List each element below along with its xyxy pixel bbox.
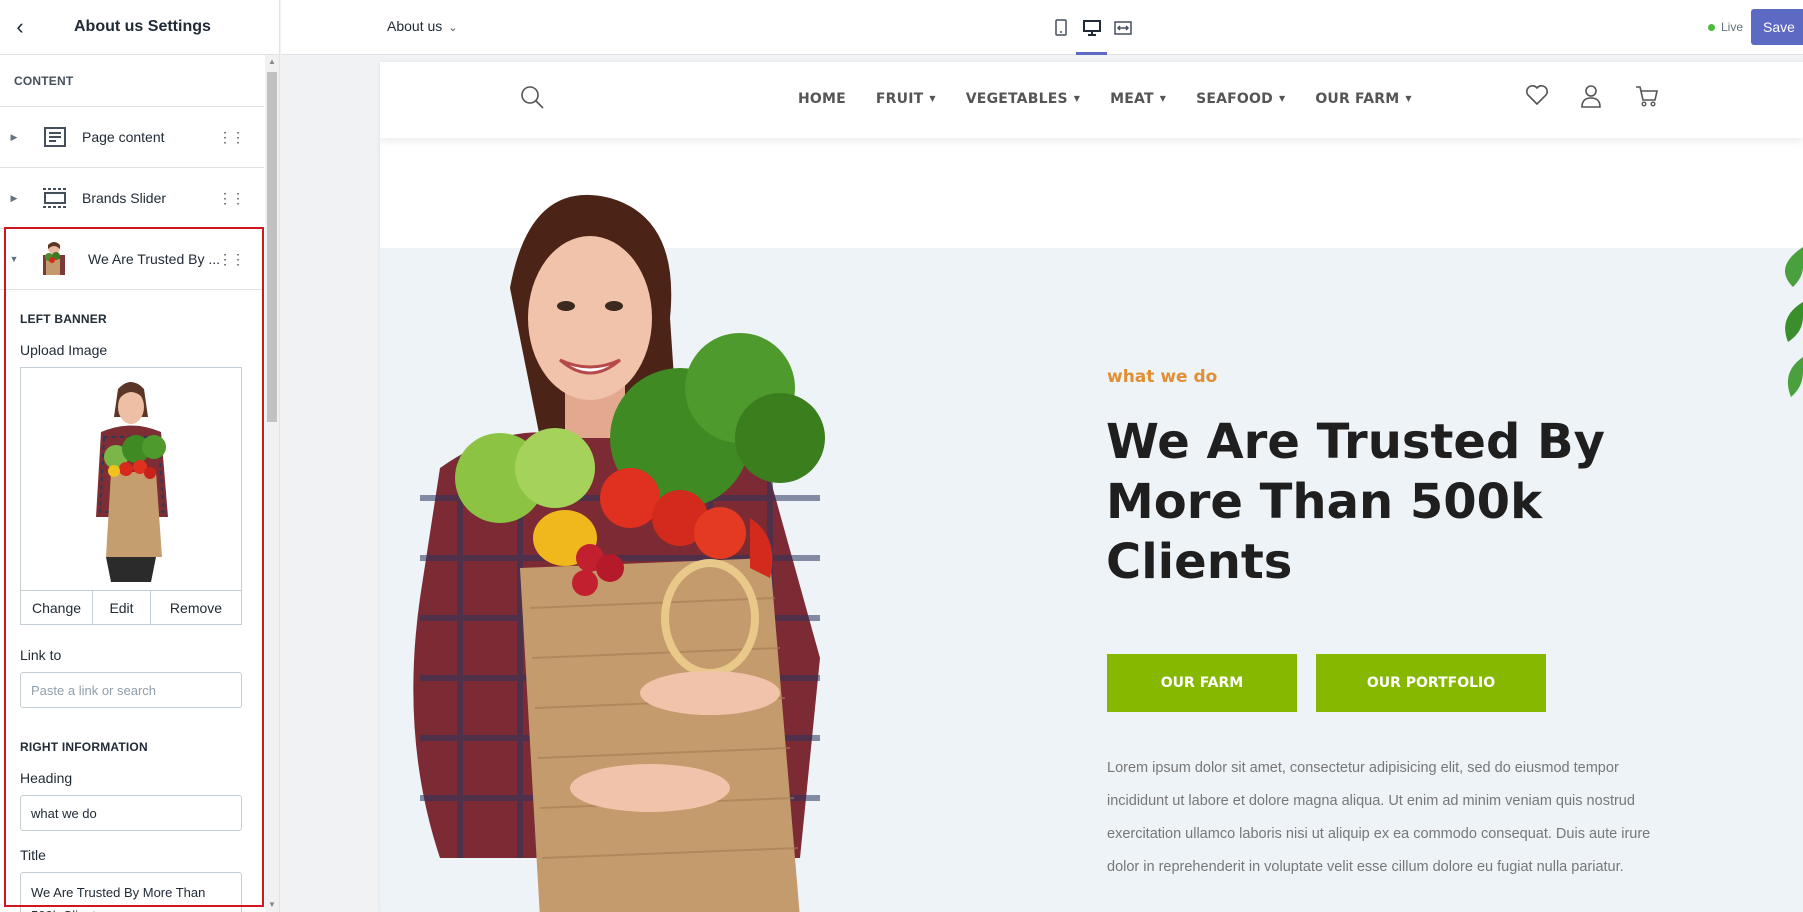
mobile-view-button[interactable]: [1045, 0, 1076, 55]
store-header: HOME FRUIT ▼ VEGETABLES ▼ MEAT ▼ SEAFOOD ▼ O…: [380, 62, 1803, 138]
scrollbar-thumb[interactable]: [267, 72, 277, 422]
section-item-label: Brands Slider: [82, 190, 167, 206]
caret-right-icon[interactable]: ▶: [0, 193, 28, 204]
slider-icon: [42, 186, 68, 210]
drag-handle-icon[interactable]: ⋮⋮: [218, 190, 245, 207]
upload-image-label: Upload Image: [20, 342, 108, 358]
heading-field-label: Heading: [20, 770, 73, 786]
menu-item-label: OUR FARM: [1315, 91, 1400, 107]
sidebar-header: ‹ About us Settings: [0, 0, 279, 55]
section-item-trusted-by[interactable]: ▼ We Are Trusted By ... ⋮⋮: [0, 229, 264, 290]
link-to-input[interactable]: Paste a link or search: [20, 672, 242, 708]
menu-item-label: MEAT: [1110, 91, 1154, 107]
full-width-icon: [1113, 20, 1132, 35]
caret-down-icon: ▼: [1073, 94, 1081, 103]
menu-item-home[interactable]: HOME: [798, 91, 846, 107]
our-farm-button[interactable]: OUR FARM: [1107, 654, 1297, 712]
sidebar-scroll-area: CONTENT ▶ Page content ⋮⋮ ▶ Brands Slide…: [0, 55, 264, 912]
link-to-label: Link to: [20, 647, 62, 663]
menu-item-meat[interactable]: MEAT ▼: [1110, 91, 1166, 107]
device-switcher: [1045, 0, 1138, 55]
menu-item-label: FRUIT: [875, 91, 924, 107]
account-user-icon[interactable]: [1580, 84, 1635, 114]
edit-image-button[interactable]: Edit: [93, 591, 151, 624]
desktop-view-button[interactable]: [1076, 0, 1107, 55]
sidebar-scrollbar[interactable]: ▲ ▼: [265, 55, 279, 912]
caret-right-icon[interactable]: ▶: [0, 132, 28, 143]
search-icon[interactable]: [520, 85, 544, 114]
change-image-button[interactable]: Change: [21, 591, 93, 624]
title-textarea[interactable]: We Are Trusted By More Than 500k Clients: [20, 872, 242, 912]
scroll-down-icon[interactable]: ▼: [265, 898, 279, 912]
caret-down-icon: ▼: [1278, 94, 1286, 103]
save-button[interactable]: Save: [1751, 9, 1803, 45]
leaf-decoration: [1785, 247, 1803, 397]
left-banner-heading: LEFT BANNER: [20, 312, 107, 326]
menu-item-label: VEGETABLES: [965, 91, 1068, 107]
caret-down-icon: ▼: [1159, 94, 1167, 103]
banner-image-preview: [20, 367, 242, 590]
menu-item-our-farm[interactable]: OUR FARM ▼: [1315, 91, 1411, 107]
remove-image-button[interactable]: Remove: [151, 591, 241, 624]
section-item-label: We Are Trusted By ...: [88, 251, 221, 267]
drag-handle-icon[interactable]: ⋮⋮: [218, 251, 245, 268]
heading-input[interactable]: what we do: [20, 795, 242, 831]
back-arrow-icon[interactable]: ‹: [0, 0, 40, 55]
caret-down-icon: ▼: [929, 94, 936, 103]
section-settings-form: LEFT BANNER Upload Image Change Edit Rem…: [0, 312, 264, 912]
menu-item-seafood[interactable]: SEAFOOD ▼: [1196, 91, 1285, 107]
menu-item-label: HOME: [798, 91, 846, 107]
live-dot-icon: [1707, 23, 1715, 31]
header-icons: [1525, 84, 1690, 114]
caret-down-icon: ▼: [1405, 94, 1412, 103]
menu-item-label: SEAFOOD: [1196, 91, 1273, 107]
wishlist-heart-icon[interactable]: [1525, 84, 1580, 114]
cart-icon[interactable]: [1635, 84, 1690, 114]
chevron-down-icon: ⌄: [448, 22, 458, 34]
sidebar-title: About us Settings: [74, 18, 211, 35]
woman-with-groceries-image: [413, 194, 825, 912]
mobile-icon: [1054, 19, 1067, 36]
live-label: Live: [1720, 20, 1743, 34]
menu-item-fruit[interactable]: FRUIT ▼: [876, 91, 936, 107]
caret-down-icon[interactable]: ▼: [0, 254, 28, 264]
right-information-heading: RIGHT INFORMATION: [20, 740, 148, 754]
live-status: Live: [1707, 20, 1743, 34]
image-actions: Change Edit Remove: [20, 590, 242, 625]
full-width-view-button[interactable]: [1107, 0, 1138, 55]
text-block-icon: [42, 125, 68, 149]
hero-kicker: what we do: [1107, 367, 1218, 387]
section-item-label: Page content: [82, 129, 165, 145]
our-portfolio-button[interactable]: OUR PORTFOLIO: [1316, 654, 1546, 712]
hero-title: We Are Trusted By More Than 500k Clients: [1106, 414, 1605, 590]
drag-handle-icon[interactable]: ⋮⋮: [218, 129, 245, 146]
hero-body-text: Lorem ipsum dolor sit amet, consectetur …: [1107, 760, 1651, 875]
section-thumbnail: [34, 239, 74, 279]
section-label: CONTENT: [0, 55, 264, 107]
section-item-brands-slider[interactable]: ▶ Brands Slider ⋮⋮: [0, 168, 264, 229]
store-preview: HOME FRUIT ▼ VEGETABLES ▼ MEAT ▼ SEAFOOD ▼ O…: [380, 62, 1803, 912]
menu-item-vegetables[interactable]: VEGETABLES ▼: [966, 91, 1080, 107]
scroll-up-icon[interactable]: ▲: [265, 55, 279, 69]
banner-image: [96, 381, 168, 582]
store-menu: HOME FRUIT ▼ VEGETABLES ▼ MEAT ▼ SEAFOOD ▼ O…: [798, 91, 1442, 107]
settings-sidebar: ‹ About us Settings CONTENT ▶ Page conte…: [0, 0, 280, 912]
page-selector-label: About us: [387, 18, 443, 34]
title-field-label: Title: [20, 847, 46, 863]
section-item-page-content[interactable]: ▶ Page content ⋮⋮: [0, 107, 264, 168]
editor-topbar: About us ⌄ Live Save: [281, 0, 1803, 55]
desktop-icon: [1082, 19, 1101, 36]
page-selector[interactable]: About us ⌄: [387, 18, 457, 34]
